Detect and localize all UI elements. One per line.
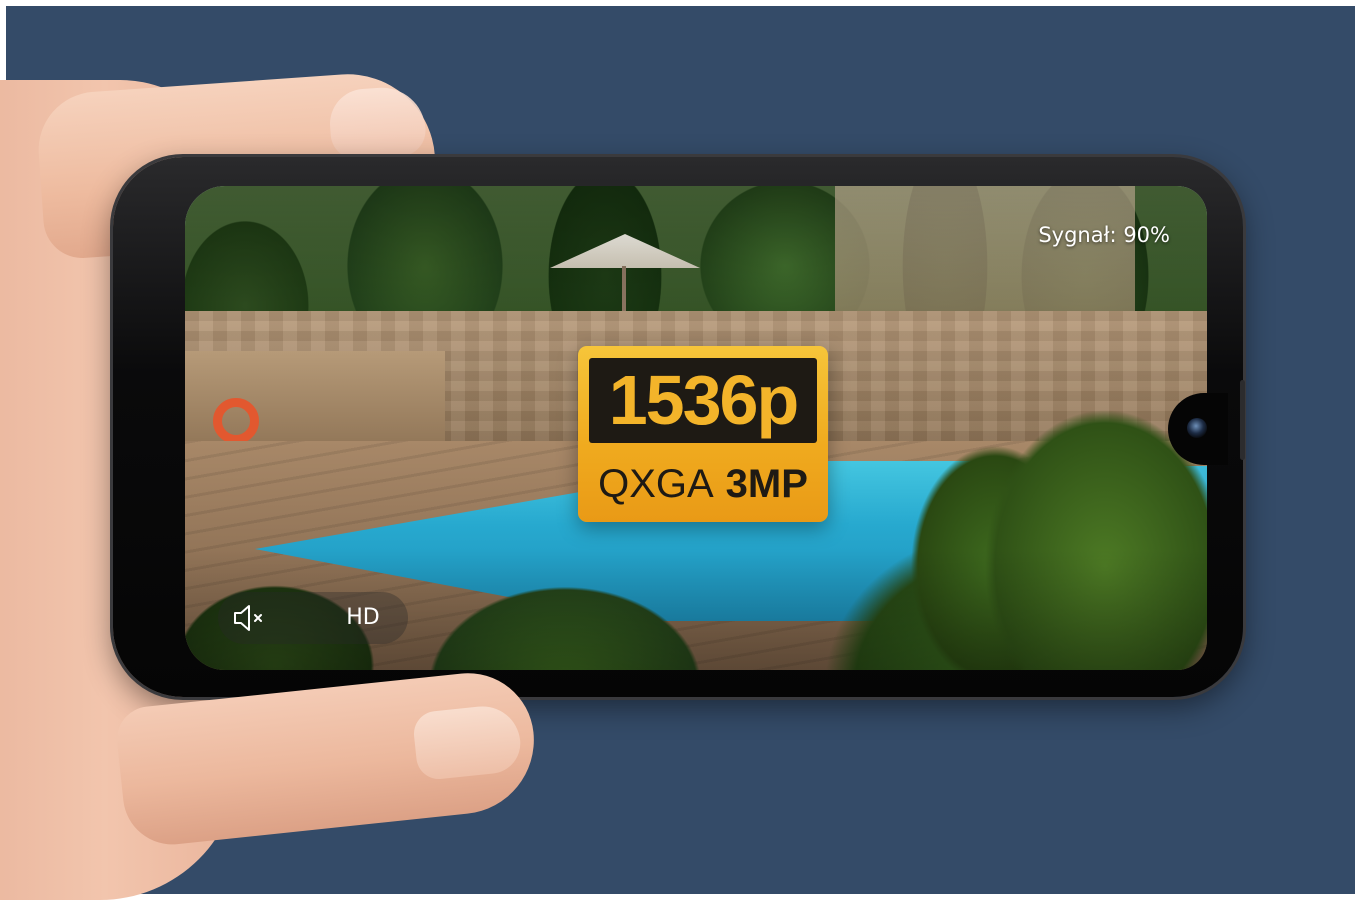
format-label: QXGA xyxy=(598,462,714,506)
phone-side-button xyxy=(1240,380,1245,460)
megapixels-label: 3MP xyxy=(725,462,808,506)
promo-canvas: Sygnał: 90% HD 1536p QXGA 3MP xyxy=(0,0,1363,900)
mute-button[interactable] xyxy=(228,598,272,638)
resolution-badge: 1536p QXGA 3MP xyxy=(578,346,828,522)
resolution-value: 1536p xyxy=(608,361,799,439)
quality-hd-button[interactable]: HD xyxy=(336,600,390,636)
resolution-badge-bottom: QXGA 3MP xyxy=(578,454,828,514)
front-camera-icon xyxy=(1187,418,1207,438)
resolution-badge-top: 1536p xyxy=(589,358,817,443)
speaker-muted-icon xyxy=(234,605,262,631)
signal-strength: Sygnał: 90% xyxy=(1038,223,1170,247)
